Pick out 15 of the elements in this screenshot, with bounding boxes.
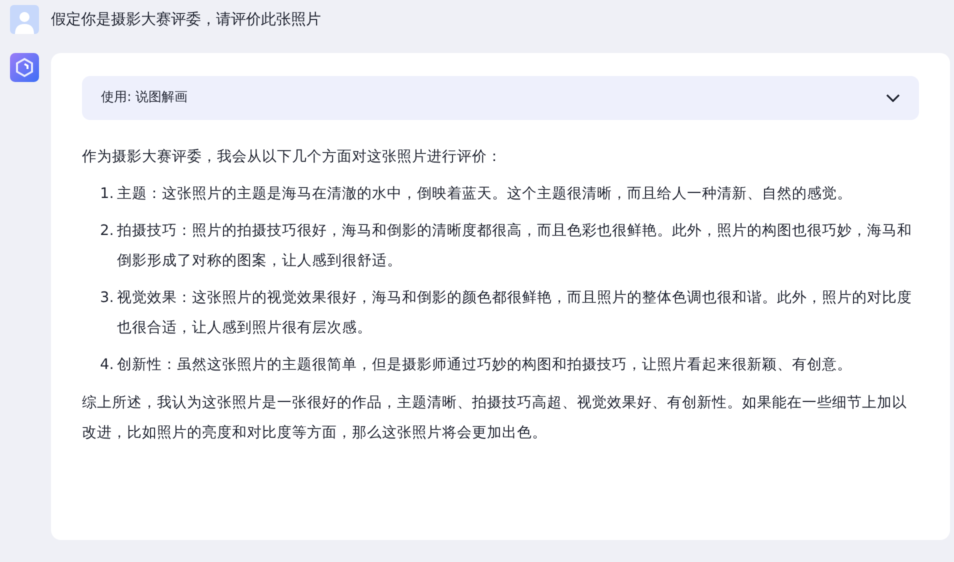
assistant-logo-icon (10, 53, 39, 82)
list-number: 1. (100, 185, 115, 204)
intro-paragraph: 作为摄影大赛评委，我会从以下几个方面对这张照片进行评价： (82, 148, 503, 167)
list-item-text: 主题：这张照片的主题是海马在清澈的水中，倒映着蓝天。这个主题很清晰，而且给人一种清新、自然的感觉。 (117, 184, 852, 204)
conclusion-paragraph: 综上所述，我认为这张照片是一张很好的作品，主题清晰、拍摄技巧高超、视觉效果好、有创新性。如果能在一些细节上加以改进，比如照片的亮度和对比度等方面，那么这张照片将会更加出色。 (82, 394, 908, 443)
list-item-text: 拍摄技巧：照片的拍摄技巧很好，海马和倒影的清晰度都很高，而且色彩也很鲜艳。此外，照片的构图也很巧妙，海马和倒影形成了对称的图案，让人感到很舒适。 (117, 222, 913, 271)
user-message: 假定你是摄影大赛评委，请评价此张照片 (51, 9, 321, 30)
list-number: 3. (100, 289, 115, 308)
list-item-text: 创新性：虽然这张照片的主题很简单，但是摄影师通过巧妙的构图和拍摄技巧，让照片看起来很新颖、有创意。 (117, 356, 852, 375)
chevron-icon (886, 94, 900, 102)
list-item-text: 视觉效果：这张照片的视觉效果很好，海马和倒影的颜色都很鲜艳，而且照片的整体色调也很和谐。此外，照片的对比度也很合适，让人感到照片很有层次感。 (117, 288, 913, 338)
list-number: 4. (100, 356, 115, 375)
plugin-bar[interactable]: 使用: 说图解画 (82, 76, 919, 120)
user-avatar-icon (10, 5, 39, 34)
list-number: 2. (100, 222, 115, 241)
